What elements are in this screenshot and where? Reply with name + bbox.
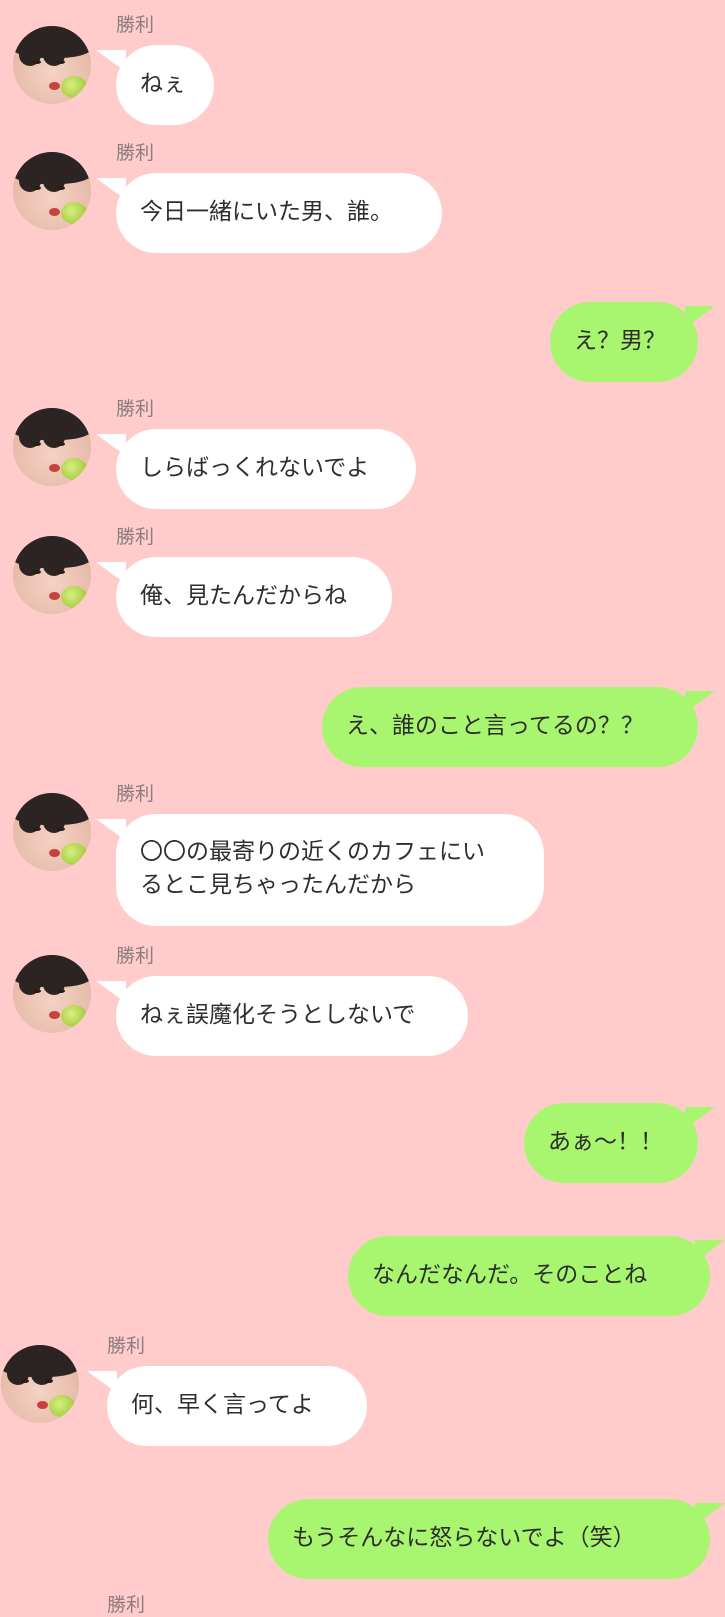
message-bubble[interactable]: 俺、見たんだからね (116, 557, 392, 637)
message-bubble[interactable]: え、誰のこと言ってるの？？ (322, 687, 698, 767)
message-text: ねぇ誤魔化そうとしないで (140, 1002, 416, 1028)
bubble-tail (695, 1503, 725, 1525)
message-text: 今日一緒にいた男、誰。 (140, 199, 393, 225)
bubble-tail (685, 691, 715, 713)
message-bubble[interactable]: 今日一緒にいた男、誰。 (116, 173, 442, 253)
avatar[interactable] (1, 1345, 79, 1423)
sender-name: 勝利 (107, 1594, 146, 1616)
message-bubble[interactable]: え？男？ (550, 302, 698, 382)
sender-name: 勝利 (116, 526, 155, 548)
sender-name: 勝利 (107, 1335, 146, 1357)
sender-name: 勝利 (116, 945, 155, 967)
bubble-tail (685, 306, 715, 328)
avatar[interactable] (13, 793, 91, 871)
bubble-tail (685, 1107, 715, 1129)
message-bubble[interactable]: もうそんなに怒らないでよ（笑） (268, 1499, 710, 1579)
avatar[interactable] (13, 26, 91, 104)
message-bubble[interactable]: ねぇ誤魔化そうとしないで (116, 976, 468, 1056)
sender-name: 勝利 (116, 783, 155, 805)
message-text: え、誰のこと言ってるの？？ (346, 713, 644, 739)
message-text: 〇〇の最寄りの近くのカフェにい (140, 839, 485, 865)
avatar[interactable] (13, 408, 91, 486)
message-text: るとこ見ちゃったんだから (140, 872, 416, 898)
sender-name: 勝利 (116, 398, 155, 420)
message-bubble[interactable]: 何、早く言ってよ (107, 1366, 367, 1446)
avatar[interactable] (13, 536, 91, 614)
sender-name: 勝利 (116, 142, 155, 164)
message-bubble[interactable]: しらばっくれないでよ (116, 429, 416, 509)
message-bubble[interactable]: ねぇ (116, 45, 214, 125)
avatar[interactable] (13, 955, 91, 1033)
message-text: あぁ〜！！ (548, 1129, 663, 1155)
message-bubble[interactable]: 〇〇の最寄りの近くのカフェにい るとこ見ちゃったんだから (116, 814, 544, 926)
message-text: 何、早く言ってよ (131, 1392, 314, 1418)
avatar[interactable] (13, 152, 91, 230)
message-text: なんだなんだ。そのことね (372, 1262, 648, 1288)
sender-name: 勝利 (116, 14, 155, 36)
message-text: もうそんなに怒らないでよ（笑） (292, 1525, 636, 1551)
message-text: 俺、見たんだからね (140, 583, 347, 609)
message-text: ねぇ (140, 71, 186, 97)
message-bubble[interactable]: なんだなんだ。そのことね (348, 1236, 710, 1316)
bubble-tail (695, 1240, 725, 1262)
message-bubble[interactable]: あぁ〜！！ (524, 1103, 698, 1183)
message-text: え？男？ (574, 328, 666, 354)
message-text: しらばっくれないでよ (140, 455, 370, 481)
